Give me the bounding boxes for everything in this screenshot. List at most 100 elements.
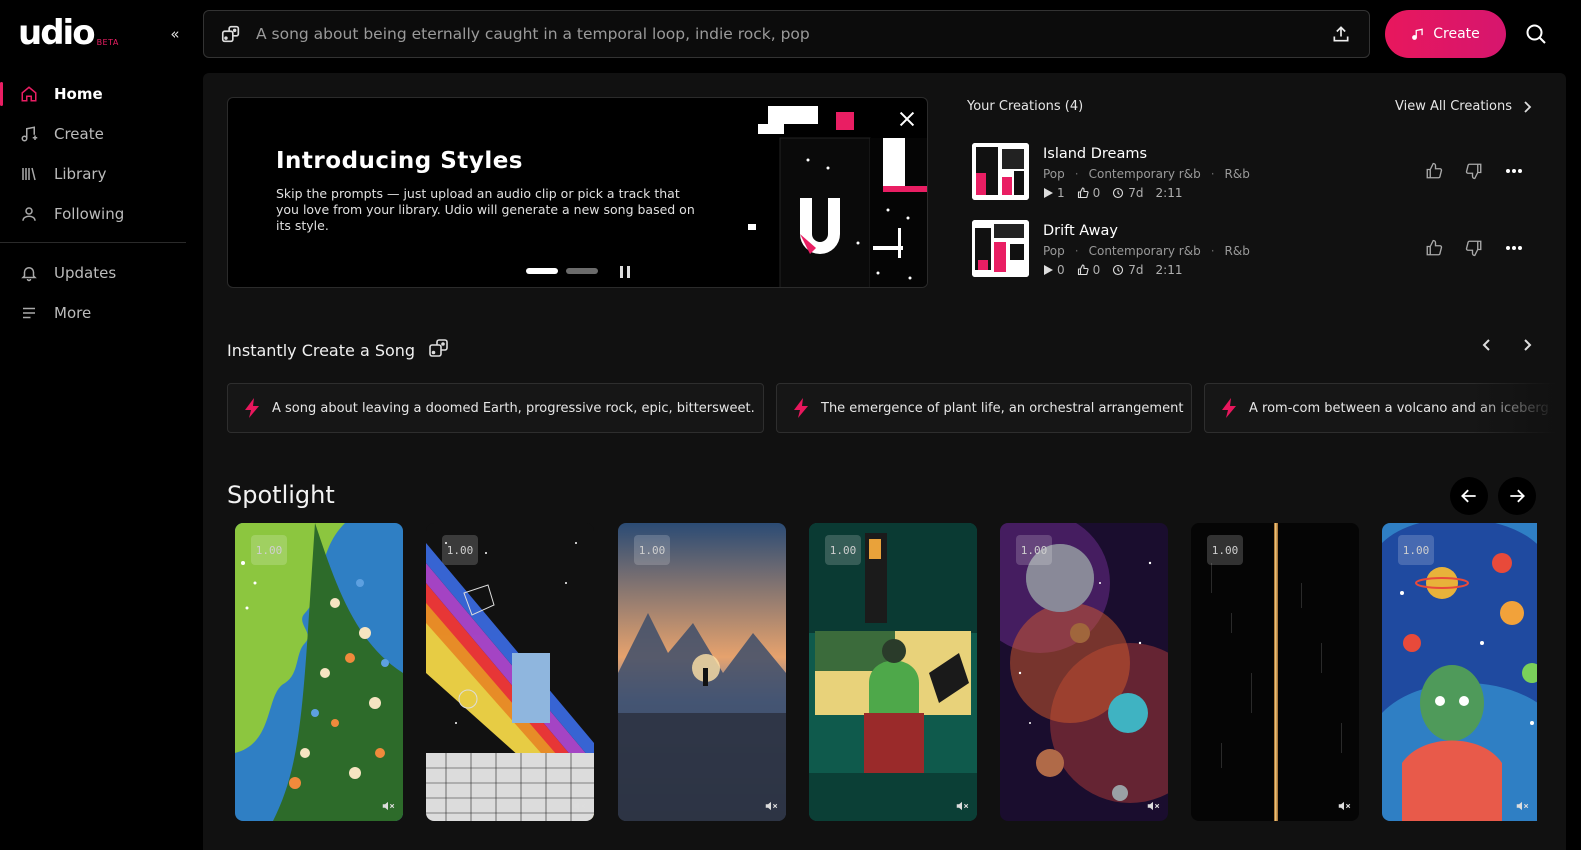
close-icon[interactable] (896, 108, 918, 130)
spotlight-card[interactable]: 1.00 (1000, 523, 1168, 821)
dice-icon[interactable] (427, 336, 451, 364)
thumbs-up-icon (1077, 187, 1089, 199)
spotlight-card[interactable]: 1.00 (618, 523, 786, 821)
mute-icon[interactable] (1515, 799, 1529, 813)
create-button[interactable]: Create (1385, 10, 1506, 58)
tag[interactable]: Contemporary r&b (1089, 167, 1201, 181)
sidebar-divider (0, 242, 186, 243)
thumbs-up-icon (1077, 264, 1089, 276)
play-count: 1 (1043, 186, 1065, 200)
tag[interactable]: R&b (1225, 167, 1250, 181)
sidebar-item-library[interactable]: Library (0, 154, 186, 194)
pause-icon[interactable] (618, 264, 632, 278)
promo-banner[interactable]: Introducing Styles Skip the prompts — ju… (227, 97, 928, 288)
prompt-suggestion-text: The emergence of plant life, an orchestr… (821, 400, 1184, 416)
tag[interactable]: Pop (1043, 167, 1065, 181)
spotlight-card[interactable]: 1.00 (235, 523, 403, 821)
like-count: 0 (1077, 263, 1101, 277)
cover-art (809, 523, 977, 821)
prompt-input[interactable] (256, 25, 1329, 43)
bell-icon (20, 264, 38, 282)
scroll-fade (1466, 383, 1566, 433)
thumbs-up-icon[interactable] (1424, 161, 1444, 181)
collapse-sidebar-button[interactable]: « (163, 22, 187, 46)
version-badge: 1.00 (442, 535, 478, 565)
prompt-suggestion[interactable]: The emergence of plant life, an orchestr… (776, 383, 1192, 433)
sidebar: udio BETA « Home Create Library Followin… (0, 0, 200, 850)
mute-icon[interactable] (955, 799, 969, 813)
version-badge: 1.00 (1016, 535, 1052, 565)
creation-track[interactable]: Island Dreams Pop · Contemporary r&b · R&b… (972, 143, 1542, 201)
arrow-right-icon (1510, 489, 1525, 503)
like-count-value: 0 (1092, 263, 1101, 277)
tag-separator: · (1210, 167, 1215, 181)
upload-icon[interactable] (1329, 22, 1353, 46)
tag[interactable]: Contemporary r&b (1089, 244, 1201, 258)
udio-logo[interactable]: udio BETA (18, 16, 119, 50)
search-icon[interactable] (1524, 22, 1548, 46)
thumbs-down-icon[interactable] (1464, 238, 1484, 258)
sidebar-item-create[interactable]: Create (0, 114, 186, 154)
tag[interactable]: Pop (1043, 244, 1065, 258)
prompt-suggestion-text: A song about leaving a doomed Earth, pro… (272, 400, 755, 416)
track-title[interactable]: Island Dreams (1043, 146, 1147, 162)
thumbs-down-icon[interactable] (1464, 161, 1484, 181)
track-duration: 2:11 (1155, 263, 1183, 277)
creation-track[interactable]: Drift Away Pop · Contemporary r&b · R&b 0 … (972, 220, 1542, 278)
spotlight-card[interactable]: 1.00 (809, 523, 977, 821)
track-age-value: 7d (1128, 186, 1144, 200)
like-count-value: 0 (1092, 186, 1101, 200)
track-tags: Pop · Contemporary r&b · R&b (1043, 167, 1250, 181)
sparkle-music-icon (1412, 28, 1423, 40)
clock-icon (1113, 264, 1124, 276)
mute-icon[interactable] (572, 799, 586, 813)
sidebar-item-following[interactable]: Following (0, 194, 186, 234)
mute-icon[interactable] (764, 799, 778, 813)
sidebar-item-updates[interactable]: Updates (0, 253, 186, 293)
tag[interactable]: R&b (1225, 244, 1250, 258)
chevron-right-icon (1524, 100, 1532, 113)
dice-icon[interactable] (220, 23, 242, 45)
play-icon (1044, 188, 1053, 198)
mute-icon[interactable] (1146, 799, 1160, 813)
sidebar-item-label: Home (54, 85, 103, 103)
more-options-icon[interactable] (1504, 238, 1524, 258)
sidebar-item-home[interactable]: Home (0, 74, 186, 114)
track-age: 7d (1112, 186, 1144, 200)
spotlight-next-button[interactable] (1498, 477, 1536, 515)
udio-app: udio BETA « Home Create Library Followin… (0, 0, 1581, 850)
arrow-left-icon (1461, 489, 1476, 503)
track-cover[interactable] (972, 220, 1029, 277)
chevron-right-icon[interactable] (1519, 336, 1535, 354)
spotlight-card[interactable]: 1.00 (1382, 523, 1537, 821)
thumbs-up-icon[interactable] (1424, 238, 1444, 258)
track-title[interactable]: Drift Away (1043, 223, 1118, 239)
user-icon (20, 205, 38, 223)
sidebar-item-label: Updates (54, 264, 117, 282)
more-options-icon[interactable] (1504, 161, 1524, 181)
menu-icon (20, 304, 38, 322)
carousel-dot-active[interactable] (526, 268, 558, 274)
sidebar-item-label: Create (54, 125, 104, 143)
track-cover[interactable] (972, 143, 1029, 200)
prompt-suggestion[interactable]: A song about leaving a doomed Earth, pro… (227, 383, 764, 433)
home-icon (20, 85, 38, 103)
carousel-dot[interactable] (566, 268, 598, 274)
play-count-value: 0 (1057, 263, 1065, 277)
create-button-label: Create (1433, 26, 1480, 42)
spotlight-card[interactable]: 1.00 (1191, 523, 1359, 821)
mute-icon[interactable] (1337, 799, 1351, 813)
sidebar-item-more[interactable]: More (0, 293, 186, 333)
view-all-creations-link[interactable]: View All Creations (1395, 99, 1532, 114)
mute-icon[interactable] (381, 799, 395, 813)
track-actions (1424, 161, 1524, 181)
lightning-icon (245, 398, 259, 418)
instant-create-nav (1479, 336, 1535, 354)
sidebar-item-label: Following (54, 205, 125, 223)
chevron-left-icon[interactable] (1479, 336, 1495, 354)
spotlight-prev-button[interactable] (1450, 477, 1488, 515)
track-stats: 0 0 7d 2:11 (1043, 263, 1191, 277)
spotlight-card[interactable]: 1.00 (426, 523, 594, 821)
sidebar-item-label: Library (54, 165, 107, 183)
library-icon (20, 165, 38, 183)
